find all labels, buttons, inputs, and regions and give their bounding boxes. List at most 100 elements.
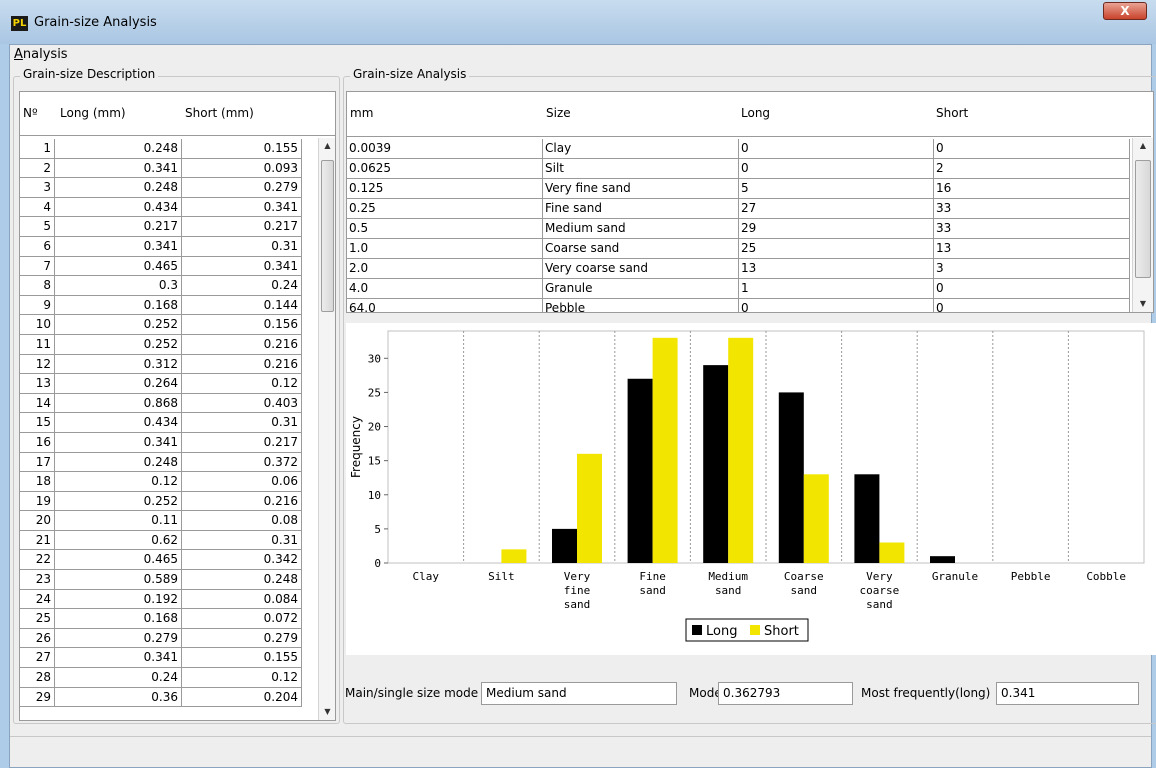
short-mm-cell[interactable]: 0.08 [182, 511, 302, 531]
table-row[interactable]: 11 0.252 0.216 [20, 334, 318, 355]
row-number-cell[interactable]: 10 [20, 315, 55, 335]
mm-cell[interactable]: 4.0 [347, 279, 543, 299]
long-mm-cell[interactable]: 0.341 [55, 158, 182, 179]
column-header-short-count[interactable]: Short [936, 106, 968, 120]
table-row[interactable]: 0.0039 Clay 0 0 [347, 139, 1130, 159]
row-number-cell[interactable]: 22 [20, 550, 55, 571]
short-mm-cell[interactable]: 0.279 [182, 628, 302, 649]
row-number-cell[interactable]: 24 [20, 589, 55, 610]
long-mm-cell[interactable]: 0.252 [55, 491, 182, 512]
long-count-cell[interactable]: 1 [739, 279, 934, 299]
row-number-cell[interactable]: 15 [20, 413, 55, 433]
long-mm-cell[interactable]: 0.62 [55, 530, 182, 551]
short-mm-cell[interactable]: 0.217 [182, 432, 302, 453]
row-number-cell[interactable]: 3 [20, 178, 55, 198]
long-mm-cell[interactable]: 0.341 [55, 236, 182, 257]
scroll-up-icon[interactable]: ▲ [319, 138, 335, 154]
table-row[interactable]: 23 0.589 0.248 [20, 570, 318, 590]
table-row[interactable]: 2.0 Very coarse sand 13 3 [347, 259, 1130, 279]
short-mm-cell[interactable]: 0.216 [182, 334, 302, 355]
size-cell[interactable]: Very fine sand [543, 179, 739, 199]
table-row[interactable]: 24 0.192 0.084 [20, 589, 318, 610]
long-mm-cell[interactable]: 0.868 [55, 393, 182, 414]
short-mm-cell[interactable]: 0.06 [182, 472, 302, 492]
table-row[interactable]: 9 0.168 0.144 [20, 295, 318, 316]
scroll-down-icon[interactable]: ▼ [1133, 296, 1153, 312]
short-mm-cell[interactable]: 0.155 [182, 139, 302, 159]
column-header-long[interactable]: Long (mm) [60, 106, 126, 120]
table-row[interactable]: 4.0 Granule 1 0 [347, 279, 1130, 299]
long-mm-cell[interactable]: 0.36 [55, 687, 182, 708]
table-row[interactable]: 25 0.168 0.072 [20, 609, 318, 629]
table-row[interactable]: 27 0.341 0.155 [20, 648, 318, 669]
mm-cell[interactable]: 0.125 [347, 179, 543, 199]
size-cell[interactable]: Granule [543, 279, 739, 299]
long-mm-cell[interactable]: 0.465 [55, 256, 182, 277]
table-row[interactable]: 28 0.24 0.12 [20, 668, 318, 688]
long-mm-cell[interactable]: 0.434 [55, 413, 182, 433]
menu-analysis[interactable]: Analysis [14, 47, 68, 62]
table-row[interactable]: 29 0.36 0.204 [20, 687, 318, 708]
long-mm-cell[interactable]: 0.465 [55, 550, 182, 571]
long-mm-cell[interactable]: 0.434 [55, 197, 182, 218]
short-count-cell[interactable]: 33 [934, 219, 1130, 239]
description-scrollbar[interactable]: ▲ ▼ [318, 138, 335, 720]
table-row[interactable]: 1 0.248 0.155 [20, 139, 318, 159]
long-mm-cell[interactable]: 0.248 [55, 139, 182, 159]
title-bar[interactable]: PL Grain-size Analysis X [0, 0, 1156, 44]
long-mm-cell[interactable]: 0.11 [55, 511, 182, 531]
row-number-cell[interactable]: 7 [20, 256, 55, 277]
table-row[interactable]: 7 0.465 0.341 [20, 256, 318, 277]
table-row[interactable]: 14 0.868 0.403 [20, 393, 318, 414]
short-count-cell[interactable]: 3 [934, 259, 1130, 279]
table-row[interactable]: 6 0.341 0.31 [20, 236, 318, 257]
table-row[interactable]: 26 0.279 0.279 [20, 628, 318, 649]
column-header-short[interactable]: Short (mm) [185, 106, 254, 120]
table-row[interactable]: 13 0.264 0.12 [20, 374, 318, 394]
row-number-cell[interactable]: 13 [20, 374, 55, 394]
mm-cell[interactable]: 0.0625 [347, 159, 543, 179]
table-row[interactable]: 18 0.12 0.06 [20, 472, 318, 492]
short-count-cell[interactable]: 2 [934, 159, 1130, 179]
table-row[interactable]: 64.0 Pebble 0 0 [347, 299, 1130, 312]
table-row[interactable]: 1.0 Coarse sand 25 13 [347, 239, 1130, 259]
table-row[interactable]: 8 0.3 0.24 [20, 276, 318, 296]
scroll-thumb[interactable] [1135, 160, 1151, 278]
row-number-cell[interactable]: 17 [20, 452, 55, 473]
table-row[interactable]: 20 0.11 0.08 [20, 511, 318, 531]
table-row[interactable]: 17 0.248 0.372 [20, 452, 318, 473]
long-mm-cell[interactable]: 0.248 [55, 452, 182, 473]
size-cell[interactable]: Clay [543, 139, 739, 159]
short-mm-cell[interactable]: 0.144 [182, 295, 302, 316]
table-row[interactable]: 21 0.62 0.31 [20, 530, 318, 551]
row-number-cell[interactable]: 21 [20, 530, 55, 551]
short-mm-cell[interactable]: 0.24 [182, 276, 302, 296]
analysis-scrollbar[interactable]: ▲ ▼ [1132, 138, 1153, 312]
size-cell[interactable]: Coarse sand [543, 239, 739, 259]
mm-cell[interactable]: 0.25 [347, 199, 543, 219]
short-mm-cell[interactable]: 0.217 [182, 217, 302, 237]
row-number-cell[interactable]: 8 [20, 276, 55, 296]
short-mm-cell[interactable]: 0.248 [182, 570, 302, 590]
short-mm-cell[interactable]: 0.204 [182, 687, 302, 708]
row-number-cell[interactable]: 16 [20, 432, 55, 453]
size-cell[interactable]: Silt [543, 159, 739, 179]
row-number-cell[interactable]: 5 [20, 217, 55, 237]
table-row[interactable]: 12 0.312 0.216 [20, 354, 318, 375]
size-cell[interactable]: Pebble [543, 299, 739, 312]
mm-cell[interactable]: 2.0 [347, 259, 543, 279]
long-mm-cell[interactable]: 0.12 [55, 472, 182, 492]
long-count-cell[interactable]: 0 [739, 299, 934, 312]
long-mm-cell[interactable]: 0.341 [55, 648, 182, 669]
long-mm-cell[interactable]: 0.312 [55, 354, 182, 375]
short-count-cell[interactable]: 13 [934, 239, 1130, 259]
row-number-cell[interactable]: 11 [20, 334, 55, 355]
row-number-cell[interactable]: 27 [20, 648, 55, 669]
close-button[interactable]: X [1103, 2, 1147, 20]
short-mm-cell[interactable]: 0.155 [182, 648, 302, 669]
scroll-up-icon[interactable]: ▲ [1133, 138, 1153, 154]
long-count-cell[interactable]: 27 [739, 199, 934, 219]
long-mm-cell[interactable]: 0.252 [55, 315, 182, 335]
mode-size-field[interactable]: Medium sand [481, 682, 677, 705]
row-number-cell[interactable]: 1 [20, 139, 55, 159]
